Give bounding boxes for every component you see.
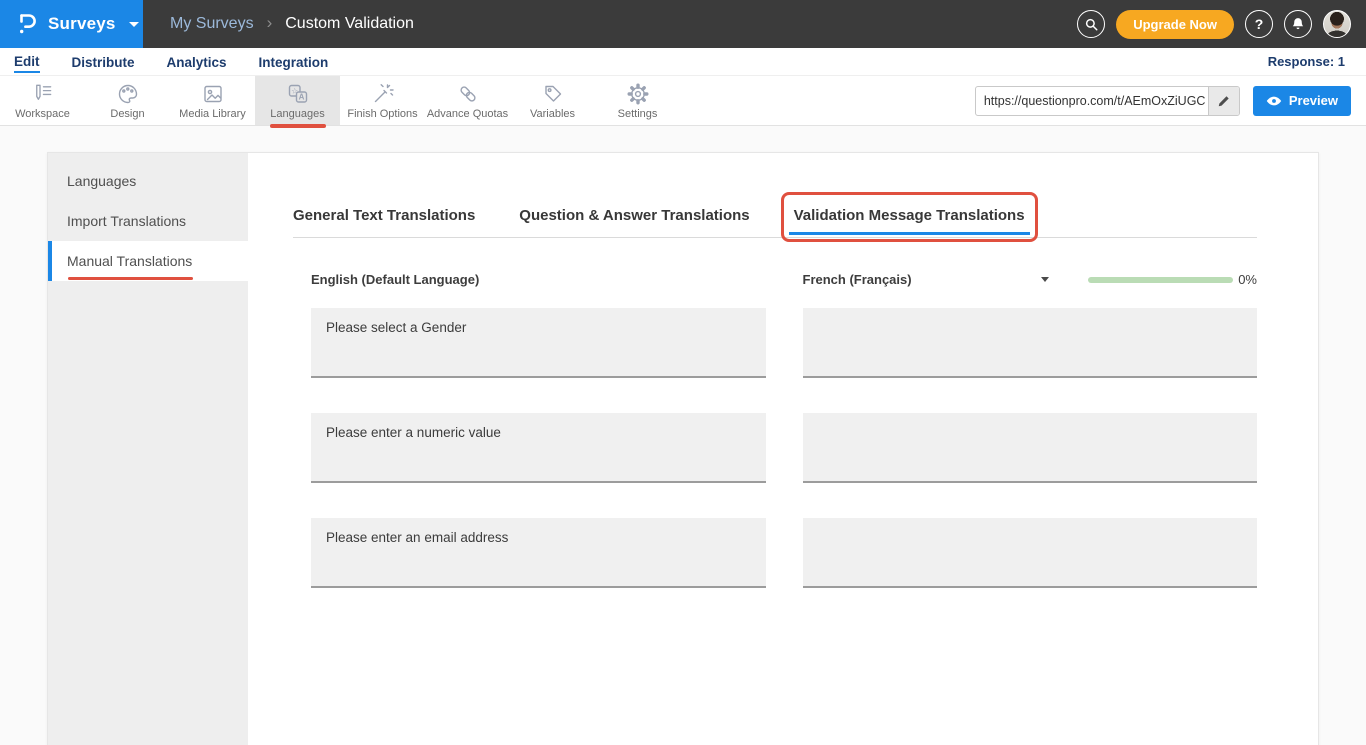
translation-tabs: General Text Translations Question & Ans… [293,195,1257,238]
upgrade-now-button[interactable]: Upgrade Now [1116,10,1234,39]
search-button[interactable] [1077,10,1105,38]
annotation-underline-languages [270,124,326,128]
finish-options-icon [371,82,395,106]
translation-row: Please enter a numeric value [311,413,1257,483]
advance-quotas-icon [456,82,480,106]
questionpro-logo-icon [15,10,39,38]
notifications-button[interactable] [1284,10,1312,38]
translations-main: General Text Translations Question & Ans… [248,153,1318,745]
chevron-down-icon [129,22,139,27]
toolbar-item-finish-options[interactable]: Finish Options [340,76,425,125]
tab-question-answer-translations[interactable]: Question & Answer Translations [519,195,749,237]
topbar-actions: Upgrade Now ? [1077,0,1366,48]
breadcrumb: My Surveys › Custom Validation [170,0,1077,48]
sidebar-item-manual-translations[interactable]: Manual Translations [48,241,248,281]
survey-url-box: https://questionpro.com/t/AEmOxZiUGC [975,86,1240,116]
active-tab-underline [789,232,1030,235]
product-name: Surveys [48,14,116,34]
translation-progress-percent: 0% [1238,272,1257,287]
nav-tab-analytics[interactable]: Analytics [167,51,227,72]
workspace-icon [31,82,54,106]
breadcrumb-my-surveys[interactable]: My Surveys [170,15,254,33]
toolbar-item-workspace[interactable]: Workspace [0,76,85,125]
toolbar-item-advance-quotas[interactable]: Advance Quotas [425,76,510,125]
edit-url-button[interactable] [1208,87,1239,115]
topbar: Surveys My Surveys › Custom Validation U… [0,0,1366,48]
variables-icon [541,82,565,106]
page-title: Custom Validation [285,15,414,33]
translation-progress-bar [1088,277,1233,283]
source-text-cell: Please enter a numeric value [311,413,766,483]
toolbar-item-media-library[interactable]: Media Library [170,76,255,125]
search-icon [1084,17,1099,32]
settings-icon [626,82,650,106]
target-text-input[interactable] [803,413,1258,483]
sidebar-item-languages[interactable]: Languages [48,161,248,201]
product-switcher[interactable]: Surveys [0,0,143,48]
translation-row: Please select a Gender [311,308,1257,378]
media-library-icon [201,82,225,106]
chevron-down-icon [1041,277,1049,282]
tab-general-text-translations[interactable]: General Text Translations [293,195,475,237]
target-text-input[interactable] [803,308,1258,378]
source-text-cell: Please enter an email address [311,518,766,588]
nav-tab-distribute[interactable]: Distribute [72,51,135,72]
survey-nav: Edit Distribute Analytics Integration Re… [0,48,1366,76]
response-count[interactable]: Response: 1 [1268,54,1345,69]
translation-area: English (Default Language) French (Franç… [293,272,1257,588]
languages-icon: ☆ A [286,82,310,106]
toolbar-item-variables[interactable]: Variables [510,76,595,125]
target-language-select[interactable]: French (Français) [803,272,1049,287]
language-header-row: English (Default Language) French (Franç… [311,272,1257,287]
target-language-controls: French (Français) 0% [803,272,1258,287]
languages-panel: Languages Import Translations Manual Tra… [47,152,1319,745]
translation-row: Please enter an email address [311,518,1257,588]
svg-text:A: A [298,92,304,101]
target-text-input[interactable] [803,518,1258,588]
source-language-label: English (Default Language) [311,272,766,287]
annotation-underline-manual-translations [68,277,193,280]
preview-button[interactable]: Preview [1253,86,1351,116]
toolbar-item-design[interactable]: Design [85,76,170,125]
eye-icon [1266,95,1282,107]
nav-tab-edit[interactable]: Edit [14,50,40,73]
user-avatar[interactable] [1323,10,1351,38]
survey-url[interactable]: https://questionpro.com/t/AEmOxZiUGC [976,87,1208,115]
pencil-icon [1217,94,1231,108]
toolbar-item-languages[interactable]: ☆ A Languages [255,76,340,125]
design-icon [116,82,140,106]
nav-tab-integration[interactable]: Integration [259,51,329,72]
help-button[interactable]: ? [1245,10,1273,38]
edit-toolbar: Workspace Design Media Library ☆ [0,76,1366,126]
source-text-cell: Please select a Gender [311,308,766,378]
toolbar-right: https://questionpro.com/t/AEmOxZiUGC Pre… [975,76,1366,125]
bell-icon [1291,17,1305,32]
breadcrumb-separator-icon: › [267,13,273,33]
sidebar-item-import-translations[interactable]: Import Translations [48,201,248,241]
tab-validation-message-translations[interactable]: Validation Message Translations [794,195,1025,237]
toolbar-item-settings[interactable]: Settings [595,76,680,125]
languages-sidebar: Languages Import Translations Manual Tra… [48,153,248,745]
